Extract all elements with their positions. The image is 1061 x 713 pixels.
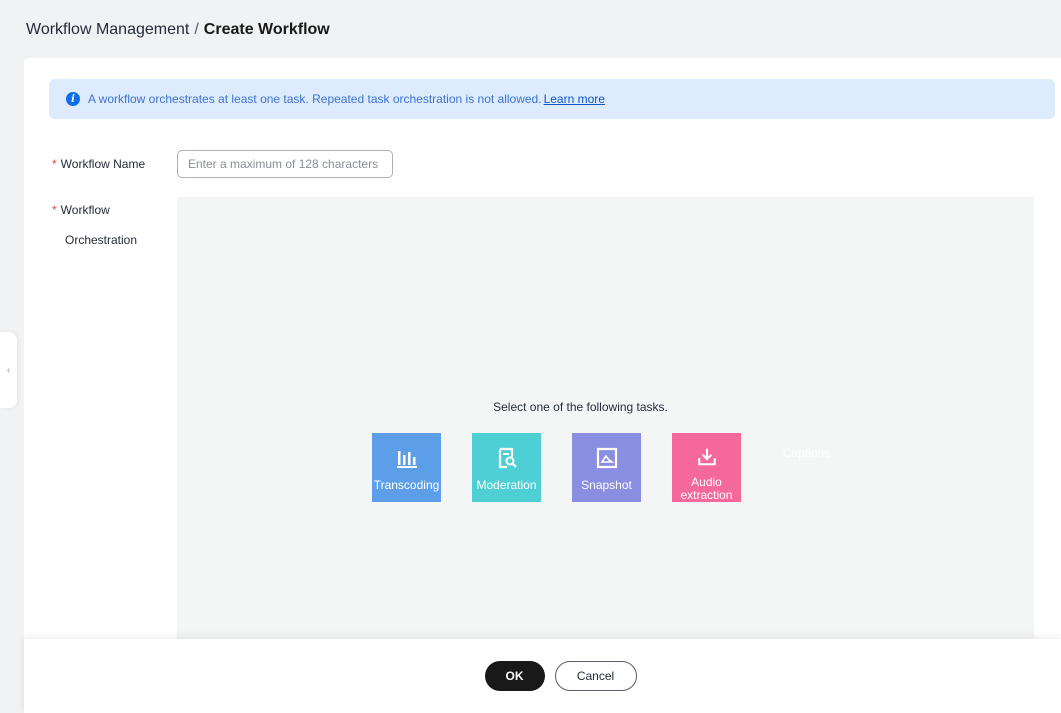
task-label: Audio extraction xyxy=(680,475,733,502)
breadcrumb-parent[interactable]: Workflow Management xyxy=(26,21,189,38)
task-moderation[interactable]: Moderation xyxy=(472,433,541,502)
task-label: Snapshot xyxy=(581,478,632,492)
workflow-name-label: * Workflow Name xyxy=(52,149,145,179)
create-workflow-card: i A workflow orchestrates at least one t… xyxy=(24,58,1061,713)
required-mark: * xyxy=(52,157,57,171)
workflow-orchestration-label-line2: Orchestration xyxy=(65,233,138,247)
task-label: Captions xyxy=(782,446,831,460)
learn-more-link[interactable]: Learn more xyxy=(544,92,605,106)
action-footer: OK Cancel xyxy=(24,639,1061,713)
workflow-orchestration-label: * Workflow Orchestration xyxy=(52,195,162,255)
sidebar-collapse-handle[interactable]: ‹ xyxy=(0,332,17,408)
page-title: Create Workflow xyxy=(203,21,330,38)
info-icon: i xyxy=(66,92,80,106)
bar-chart-icon xyxy=(396,451,417,468)
task-captions[interactable]: Captions xyxy=(772,433,841,502)
task-snapshot[interactable]: Snapshot xyxy=(572,433,641,502)
workflow-name-input[interactable] xyxy=(177,150,393,178)
download-icon xyxy=(697,448,716,466)
task-label: Transcoding xyxy=(373,478,440,492)
canvas-hint: Select one of the following tasks. xyxy=(493,400,668,414)
info-alert: i A workflow orchestrates at least one t… xyxy=(49,79,1055,119)
breadcrumb-separator: / xyxy=(194,21,199,38)
required-mark: * xyxy=(52,203,57,217)
workflow-orchestration-label-line1: Workflow xyxy=(60,203,110,217)
breadcrumb: Workflow Management / Create Workflow xyxy=(26,20,330,40)
image-icon xyxy=(596,447,617,469)
chevron-left-icon: ‹ xyxy=(6,364,11,376)
workflow-name-label-text: Workflow Name xyxy=(60,157,146,171)
task-options: Transcoding Moderation Snapshot Audio ex… xyxy=(372,433,872,502)
cancel-button[interactable]: Cancel xyxy=(554,661,637,691)
task-transcoding[interactable]: Transcoding xyxy=(372,433,441,502)
ok-button[interactable]: OK xyxy=(484,661,545,691)
document-search-icon xyxy=(498,447,517,469)
task-audio-extraction[interactable]: Audio extraction xyxy=(672,433,741,502)
orchestration-canvas[interactable]: Select one of the following tasks. Trans… xyxy=(177,197,1034,713)
alert-message: A workflow orchestrates at least one tas… xyxy=(88,92,542,106)
page: Workflow Management / Create Workflow ‹ i … xyxy=(0,0,1061,713)
task-label: Moderation xyxy=(476,478,537,492)
